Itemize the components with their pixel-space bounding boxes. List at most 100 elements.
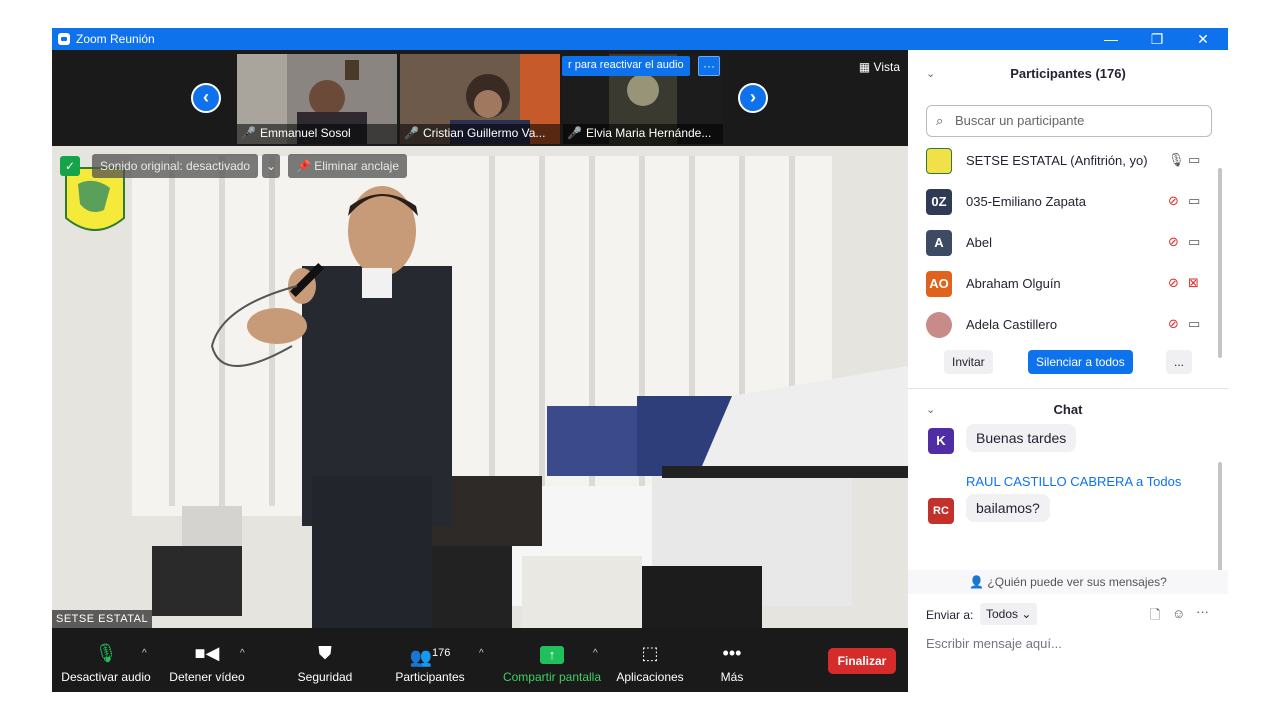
participant-thumbnail[interactable]: 🎤 Cristian Guillermo Va... xyxy=(400,54,560,144)
collapse-chevron-icon[interactable]: ⌄ xyxy=(926,54,935,94)
participants-count: 176 xyxy=(432,647,451,659)
chat-recipient: a Todos xyxy=(1136,474,1182,489)
video-camera-icon[interactable]: ▭ xyxy=(1188,152,1200,168)
mic-muted-icon[interactable]: ⊘ xyxy=(1168,316,1179,332)
meeting-toolbar: 🎙 Desactivar audio ^ ■◀ Detener vídeo ^ … xyxy=(52,628,908,692)
security-label: Seguridad xyxy=(297,670,353,684)
unpin-button[interactable]: 📌 Eliminar anclaje xyxy=(288,154,407,178)
avatar: RC xyxy=(928,498,954,524)
mic-muted-icon[interactable]: ⊘ xyxy=(1168,234,1179,250)
share-screen-icon: ↑ xyxy=(498,628,606,664)
participants-options-caret-icon[interactable]: ^ xyxy=(479,648,484,659)
mic-muted-icon: 🎤 xyxy=(567,126,582,140)
more-button[interactable]: ••• Más xyxy=(708,628,756,692)
reactivate-audio-banner[interactable]: r para reactivar el audio xyxy=(562,56,690,76)
mic-muted-icon: 🎤 xyxy=(241,126,256,140)
view-label: Vista xyxy=(873,60,900,74)
chevron-down-icon: ⌄ xyxy=(1021,607,1032,621)
search-icon: ⌕ xyxy=(936,113,944,128)
thumbnail-strip: ‹ 🎤 Emmanuel Sosol 🎤 Cristian Guillermo … xyxy=(52,50,908,146)
participant-row[interactable]: A Abel ⊘ ▭ xyxy=(926,226,1216,267)
chat-bubble: bailamos? xyxy=(966,494,1050,522)
zoom-window: Zoom Reunión — ❐ ✕ ‹ 🎤 Emmanuel Sosol 🎤 … xyxy=(52,28,1228,692)
user-icon: 👤 xyxy=(969,575,985,589)
view-button[interactable]: ▦ Vista xyxy=(859,60,900,74)
active-speaker-video[interactable]: ✓ Sonido original: desactivado ⌄ 📌 Elimi… xyxy=(52,146,908,628)
apps-button[interactable]: ⬚ Aplicaciones xyxy=(610,628,690,692)
invite-button[interactable]: Invitar xyxy=(944,350,993,374)
send-to-dropdown[interactable]: Todos ⌄ xyxy=(980,603,1038,625)
who-can-see-label: ¿Quién puede ver sus mensajes? xyxy=(987,575,1167,589)
thumbnail-name: Elvia Maria Hernánde... xyxy=(585,126,712,140)
chat-bubble: Buenas tardes xyxy=(966,424,1077,452)
participant-name: Adela Castillero xyxy=(966,317,1058,332)
participant-row[interactable]: AO Abraham Olguín ⊘ ⊠ xyxy=(926,267,1216,308)
participants-label: Participantes xyxy=(395,670,465,684)
stop-video-label: Detener vídeo xyxy=(169,670,245,684)
stop-video-button[interactable]: ■◀ Detener vídeo xyxy=(162,628,252,692)
pin-icon: 📌 xyxy=(296,159,311,173)
chat-scrollbar[interactable] xyxy=(1218,462,1222,572)
participant-row[interactable]: 0Z 035-Emiliano Zapata ⊘ ▭ xyxy=(926,185,1216,226)
participant-thumbnail[interactable]: 🎤 Emmanuel Sosol xyxy=(237,54,397,144)
participant-row[interactable]: Adela Castillero ⊘ ▭ xyxy=(926,308,1216,349)
divider xyxy=(908,388,1228,389)
thumbnail-name: Cristian Guillermo Va... xyxy=(422,126,546,140)
audio-options-caret-icon[interactable]: ^ xyxy=(142,648,147,659)
security-shield-icon[interactable]: ✓ xyxy=(60,156,80,176)
restore-button[interactable]: ❐ xyxy=(1134,28,1180,50)
thumbnail-more-button[interactable]: ··· xyxy=(698,56,720,76)
file-icon[interactable]: 🗋 xyxy=(1150,606,1160,628)
chat-sender[interactable]: RAUL CASTILLO CABRERA xyxy=(966,474,1132,489)
previous-page-button[interactable]: ‹ xyxy=(191,83,221,113)
thumbnail-name-bar: 🎤 Cristian Guillermo Va... xyxy=(400,124,560,144)
original-sound-dropdown[interactable]: ⌄ xyxy=(262,154,281,178)
mic-muted-icon[interactable]: ⊘ xyxy=(1168,275,1179,291)
thumbnail-name-bar: 🎤 Emmanuel Sosol xyxy=(237,124,397,144)
participant-row[interactable]: SETSE ESTATAL (Anfitrión, yo) 🎙 ▭ xyxy=(926,144,1216,185)
thumbnail-name: Emmanuel Sosol xyxy=(259,126,351,140)
next-page-button[interactable]: › xyxy=(738,83,768,113)
avatar: AO xyxy=(926,271,952,297)
unpin-label: Eliminar anclaje xyxy=(314,159,399,173)
video-options-caret-icon[interactable]: ^ xyxy=(240,648,245,659)
participants-title: Participantes (176) xyxy=(1010,66,1126,81)
who-can-see-bar[interactable]: 👤 ¿Quién puede ver sus mensajes? xyxy=(908,570,1228,594)
participants-button[interactable]: 👥176 Participantes xyxy=(390,628,470,692)
apps-label: Aplicaciones xyxy=(616,670,684,684)
chat-more-icon[interactable]: ··· xyxy=(1196,604,1209,619)
mic-muted-icon[interactable]: ⊘ xyxy=(1168,193,1179,209)
microphone-icon: 🎙 xyxy=(94,643,118,663)
collapse-chevron-icon[interactable]: ⌄ xyxy=(926,390,935,430)
share-options-caret-icon[interactable]: ^ xyxy=(593,648,598,659)
close-button[interactable]: ✕ xyxy=(1180,28,1226,50)
microphone-icon[interactable]: 🎙 xyxy=(1168,152,1185,168)
participants-header: ⌄ Participantes (176) xyxy=(908,54,1228,94)
video-off-icon[interactable]: ⊠ xyxy=(1188,275,1199,291)
video-camera-icon[interactable]: ▭ xyxy=(1188,234,1200,250)
grid-icon: ▦ xyxy=(858,60,871,74)
mute-button[interactable]: 🎙 Desactivar audio xyxy=(58,628,154,692)
video-camera-icon[interactable]: ▭ xyxy=(1188,316,1200,332)
side-panel: ⌄ Participantes (176) ⌕ Buscar un partic… xyxy=(908,50,1228,692)
end-meeting-button[interactable]: Finalizar xyxy=(828,648,896,674)
participant-search-input[interactable]: ⌕ Buscar un participante xyxy=(926,105,1212,137)
share-screen-button[interactable]: ↑ Compartir pantalla xyxy=(498,628,606,692)
speaker-name-label: SETSE ESTATAL xyxy=(52,610,153,628)
original-sound-toggle[interactable]: Sonido original: desactivado xyxy=(92,154,259,178)
security-button[interactable]: ⛊ Seguridad xyxy=(290,628,360,692)
participant-name: 035-Emiliano Zapata xyxy=(966,194,1086,209)
mute-all-button[interactable]: Silenciar a todos xyxy=(1028,350,1133,374)
speaker-video-frame xyxy=(52,146,908,628)
chevron-down-icon: ⌄ xyxy=(266,159,277,173)
chat-message-input[interactable]: Escribir mensaje aquí... xyxy=(926,636,1062,651)
minimize-button[interactable]: — xyxy=(1088,28,1134,50)
participants-more-button[interactable]: ... xyxy=(1166,350,1193,374)
participants-scrollbar[interactable] xyxy=(1218,168,1222,358)
avatar xyxy=(926,148,952,174)
video-area: ‹ 🎤 Emmanuel Sosol 🎤 Cristian Guillermo … xyxy=(52,50,908,692)
video-camera-icon[interactable]: ▭ xyxy=(1188,193,1200,209)
participant-name: Abel xyxy=(966,235,993,250)
emoji-icon[interactable]: ☺ xyxy=(1172,606,1185,621)
participant-name: SETSE ESTATAL (Anfitrión, yo) xyxy=(966,153,1148,168)
